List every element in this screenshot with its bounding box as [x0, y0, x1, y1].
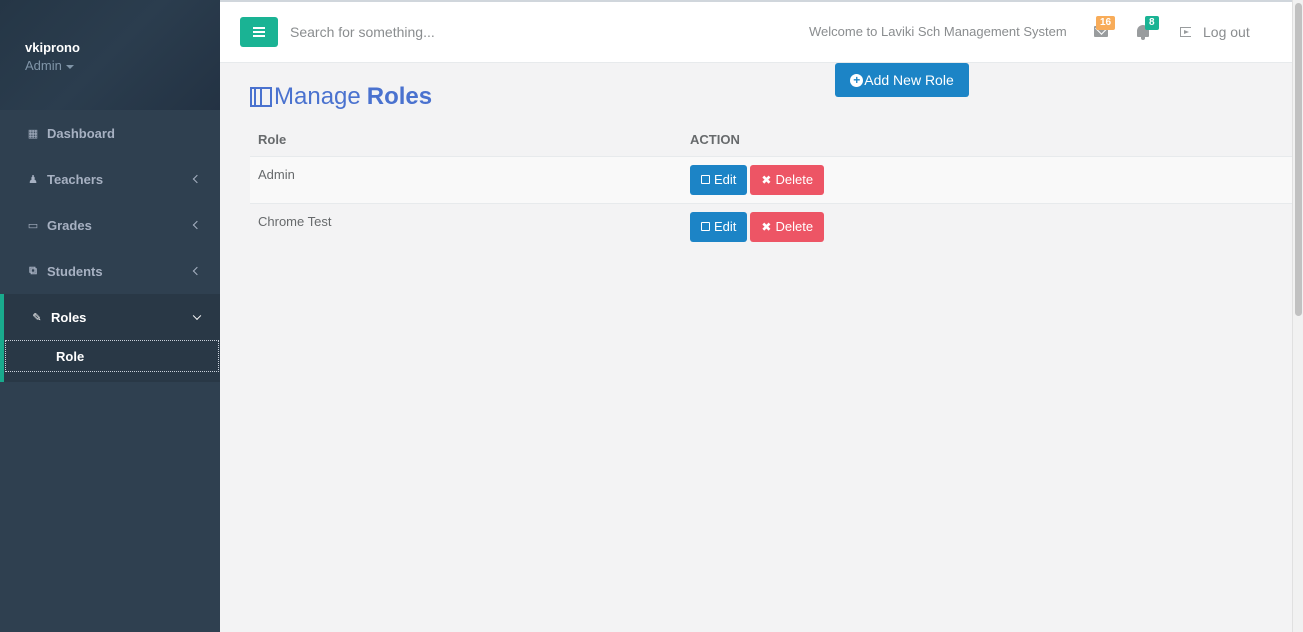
sidebar-item-students[interactable]: ⧉ Students — [0, 248, 220, 294]
roles-table: Role ACTION Admin Edit ✖ Delete Chrome Tes… — [250, 123, 1292, 250]
sidebar-item-label: Teachers — [47, 171, 104, 187]
add-new-role-label: Add New Role — [864, 72, 954, 88]
role-cell: Chrome Test — [250, 203, 682, 250]
action-cell: Edit ✖ Delete — [682, 156, 1292, 204]
close-icon: ✖ — [761, 219, 772, 234]
desktop-icon: ▭ — [27, 219, 39, 232]
chevron-left-icon — [192, 266, 202, 276]
edit-icon — [701, 175, 710, 184]
edit-label: Edit — [714, 219, 737, 234]
table-row: Chrome Test Edit ✖ Delete — [250, 203, 1292, 250]
edit-button[interactable]: Edit — [690, 211, 748, 242]
sidebar-item-label: Grades — [47, 217, 92, 233]
caret-down-icon — [65, 64, 74, 69]
plus-circle-icon: + — [850, 73, 864, 87]
hamburger-icon — [253, 27, 265, 37]
sidebar-item-dashboard[interactable]: ▦ Dashboard — [0, 110, 220, 156]
chevron-down-icon — [192, 311, 202, 321]
column-header-role: Role — [250, 123, 682, 157]
film-icon — [250, 87, 272, 107]
sidebar: vkiprono Admin ▦ Dashboard ♟ Teachers ▭ … — [0, 0, 220, 632]
edit-button[interactable]: Edit — [690, 164, 748, 195]
edit-icon — [701, 222, 710, 231]
notifications-count-badge: 8 — [1145, 16, 1159, 30]
sidebar-item-label: Roles — [51, 309, 87, 325]
logout-link[interactable]: Log out — [1180, 24, 1250, 40]
vertical-scrollbar[interactable] — [1292, 0, 1303, 632]
table-row: Admin Edit ✖ Delete — [250, 156, 1292, 204]
menu-toggle-button[interactable] — [240, 17, 278, 47]
delete-label: Delete — [775, 172, 814, 187]
sign-out-icon — [1180, 27, 1191, 37]
action-cell: Edit ✖ Delete — [682, 203, 1292, 250]
user-icon: ♟ — [28, 173, 38, 186]
sidebar-item-grades[interactable]: ▭ Grades — [0, 202, 220, 248]
page-title-bold: Roles — [366, 83, 433, 110]
scrollbar-thumb[interactable] — [1295, 3, 1302, 316]
main-content: + Add New Role Manage Roles Role ACTION … — [220, 63, 1292, 632]
role-cell: Admin — [250, 156, 682, 204]
welcome-message: Welcome to Laviki Sch Management System — [809, 24, 1067, 39]
top-navbar: Welcome to Laviki Sch Management System … — [220, 0, 1292, 63]
user-role-dropdown[interactable]: Admin — [25, 58, 220, 73]
user-name: vkiprono — [25, 40, 80, 55]
sidebar-item-label: Dashboard — [47, 125, 115, 141]
logout-label: Log out — [1203, 24, 1250, 40]
sidebar-item-label: Students — [47, 263, 103, 279]
profile-block: vkiprono Admin — [0, 0, 220, 110]
close-icon: ✖ — [761, 172, 772, 187]
delete-label: Delete — [775, 219, 814, 234]
edit-icon: ✎ — [32, 311, 42, 324]
delete-button[interactable]: ✖ Delete — [750, 211, 825, 242]
delete-button[interactable]: ✖ Delete — [750, 164, 825, 195]
add-new-role-button[interactable]: + Add New Role — [835, 63, 969, 97]
page-title: Manage Roles — [250, 83, 432, 111]
sidebar-item-teachers[interactable]: ♟ Teachers — [0, 156, 220, 202]
sidebar-subitem-label: Role — [56, 348, 85, 364]
column-header-action: ACTION — [682, 123, 1292, 157]
table-header-row: Role ACTION — [250, 123, 1292, 157]
search-input[interactable] — [290, 19, 730, 45]
chevron-left-icon — [192, 220, 202, 230]
messages-count-badge: 16 — [1096, 16, 1116, 30]
chevron-left-icon — [192, 174, 202, 184]
sidebar-subitem-role[interactable]: Role — [5, 340, 219, 372]
user-role-label: Admin — [25, 58, 62, 73]
dashboard-icon: ▦ — [27, 127, 39, 140]
page-title-light: Manage — [274, 83, 361, 110]
edit-label: Edit — [714, 172, 737, 187]
copy-icon: ⧉ — [29, 264, 37, 277]
roles-submenu: Role — [0, 340, 220, 382]
sidebar-item-roles[interactable]: ✎ Roles — [0, 294, 220, 340]
